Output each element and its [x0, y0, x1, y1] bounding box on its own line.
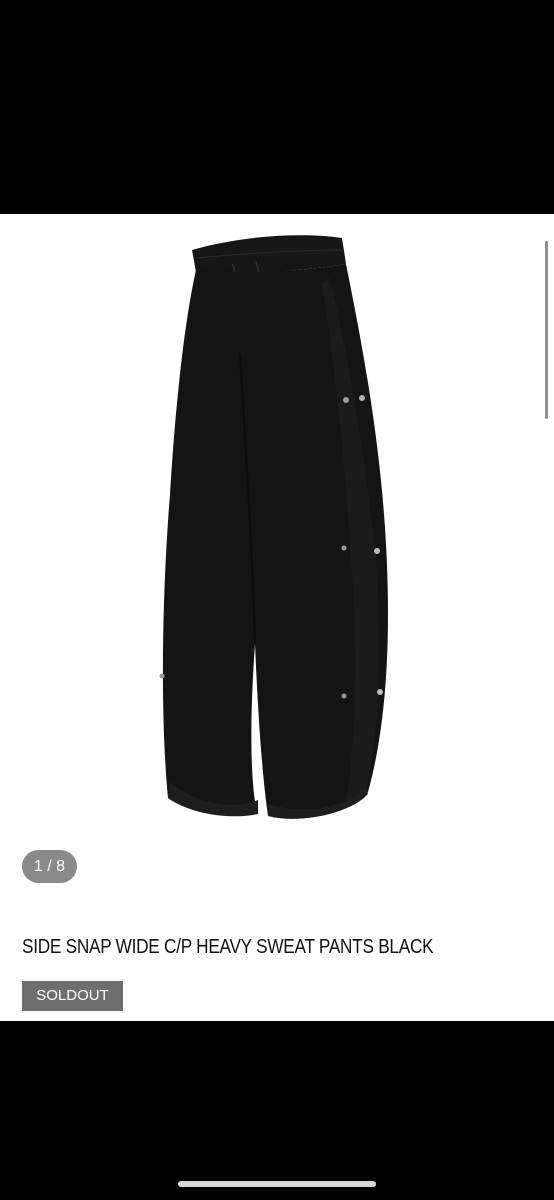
image-counter: 1 / 8 — [22, 850, 77, 883]
top-black-area — [0, 0, 554, 214]
product-title: SIDE SNAP WIDE C/P HEAVY SWEAT PANTS BLA… — [22, 936, 434, 958]
scroll-indicator[interactable] — [545, 241, 548, 419]
home-indicator[interactable] — [178, 1181, 376, 1187]
product-detail: 1 / 8 SIDE SNAP WIDE C/P HEAVY SWEAT PAN… — [0, 214, 554, 1021]
product-image — [159, 235, 388, 819]
bottom-black-area — [0, 1021, 554, 1200]
status-badge: SOLDOUT — [22, 981, 123, 1011]
image-gallery[interactable]: 1 / 8 — [0, 214, 554, 904]
